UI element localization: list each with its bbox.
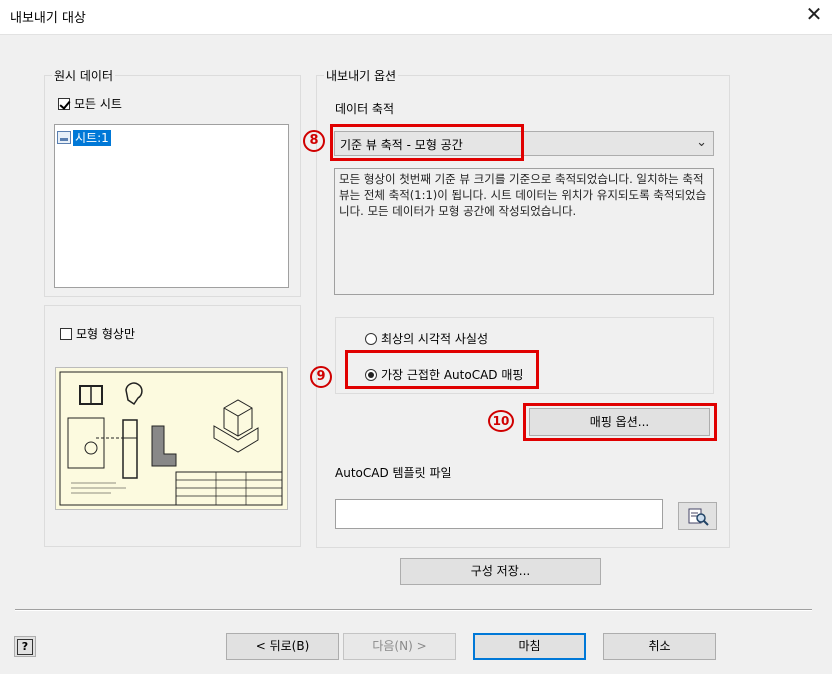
chevron-down-icon[interactable]: ⌄: [696, 135, 707, 150]
radio-best-visual[interactable]: 최상의 시각적 사실성: [365, 330, 488, 347]
all-sheets-label: 모든 시트: [74, 97, 122, 111]
highlight-box-8: [330, 124, 524, 161]
sheet-list[interactable]: 시트:1: [54, 124, 289, 288]
highlight-box-9: [345, 350, 539, 389]
help-icon: ?: [17, 639, 33, 655]
cancel-button[interactable]: 취소: [603, 633, 716, 660]
scale-description-text: 모든 형상이 첫번째 기준 뷰 크기를 기준으로 축적되었습니다. 일치하는 축…: [339, 172, 707, 218]
template-file-label: AutoCAD 템플릿 파일: [335, 466, 452, 480]
checkbox-icon[interactable]: [60, 327, 72, 340]
back-button[interactable]: < 뒤로(B): [226, 633, 339, 660]
sheet-label: 시트:1: [73, 129, 111, 146]
scale-description: 모든 형상이 첫번째 기준 뷰 크기를 기준으로 축적되었습니다. 일치하는 축…: [334, 168, 714, 295]
model-geometry-checkbox[interactable]: 모형 형상만: [60, 325, 135, 342]
next-button[interactable]: 다음(N) >: [343, 633, 456, 660]
help-button[interactable]: ?: [14, 636, 36, 657]
close-icon[interactable]: ✕: [802, 2, 826, 26]
window-title: 내보내기 대상: [10, 11, 86, 26]
preview-image: [55, 367, 288, 510]
radio-best-visual-label: 최상의 시각적 사실성: [381, 332, 488, 346]
finish-button[interactable]: 마침: [473, 633, 586, 660]
radio-icon[interactable]: [365, 332, 377, 345]
browse-folder-icon: [688, 508, 709, 526]
template-file-input[interactable]: [335, 499, 663, 529]
annotation-number-10: 10: [488, 410, 514, 432]
sheet-icon: [57, 131, 71, 144]
save-config-button[interactable]: 구성 저장...: [400, 558, 601, 585]
highlight-box-10: [523, 403, 717, 441]
model-geometry-label: 모형 형상만: [76, 327, 136, 341]
annotation-number-9: 9: [310, 366, 332, 388]
annotation-number-8: 8: [303, 130, 325, 152]
checkbox-icon[interactable]: [58, 97, 70, 110]
separator: [15, 609, 812, 611]
sheet-list-item[interactable]: 시트:1: [57, 129, 111, 146]
source-data-legend: 원시 데이터: [52, 67, 116, 84]
all-sheets-checkbox[interactable]: 모든 시트: [58, 95, 122, 112]
export-options-legend: 내보내기 옵션: [324, 67, 399, 84]
browse-template-button[interactable]: [678, 502, 717, 530]
title-bar: 내보내기 대상 ✕: [0, 0, 832, 34]
drawing-preview: [59, 371, 283, 506]
data-scale-label: 데이터 축적: [335, 102, 395, 116]
